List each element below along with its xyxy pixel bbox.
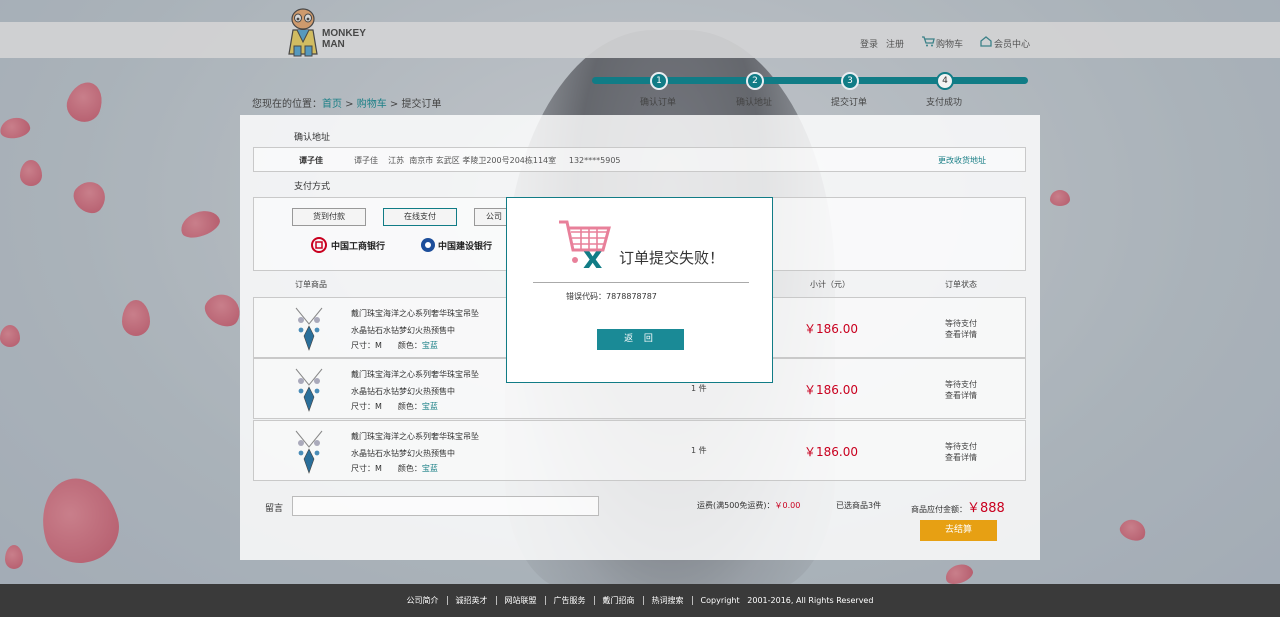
color-label: 颜色： bbox=[397, 341, 422, 350]
step-1-dot: 1 bbox=[650, 72, 668, 90]
footer-link-alliance[interactable]: 网站联盟 bbox=[505, 595, 537, 606]
shipping-label: 运费(满500免运费)： bbox=[697, 501, 775, 510]
footer-links: 公司简介 诚招英才 网站联盟 广告服务 戴门招商 热词搜索 Copyright 2001-2… bbox=[0, 595, 1280, 606]
memo-input[interactable] bbox=[292, 496, 599, 516]
step-3-dot: 3 bbox=[841, 72, 859, 90]
footer-copyright: Copyright 2001-2016, All Rights Reserved bbox=[700, 596, 874, 605]
product-attrs: 尺寸：M 颜色：宝蓝 bbox=[351, 463, 438, 474]
payment-section-title: 支付方式 bbox=[294, 182, 331, 192]
col-header-product: 订单商品 bbox=[295, 280, 327, 289]
ccb-bank-name: 中国建设银行 bbox=[438, 242, 493, 252]
col-header-subtotal: 小计（元） bbox=[810, 280, 850, 289]
pendant-product-image bbox=[295, 430, 323, 474]
icbc-bank-name: 中国工商银行 bbox=[331, 242, 386, 252]
total-amount: 商品应付金额：￥888 bbox=[911, 497, 1005, 516]
view-detail-link[interactable]: 查看详情 bbox=[945, 329, 977, 340]
color-value: 宝蓝 bbox=[421, 341, 438, 350]
order-status: 等待支付 bbox=[945, 319, 977, 328]
error-code: 错误代码：7878878787 bbox=[566, 292, 657, 301]
svg-text:x: x bbox=[583, 241, 602, 270]
footer-link-jobs[interactable]: 诚招英才 bbox=[456, 595, 488, 606]
size-label: 尺寸： bbox=[351, 402, 375, 411]
step-2-dot: 2 bbox=[746, 72, 764, 90]
step-2-label: 确认地址 bbox=[736, 98, 773, 108]
order-status: 等待支付 bbox=[945, 442, 977, 451]
col-header-status: 订单状态 bbox=[945, 280, 977, 289]
row-subtotal: ￥186.00 bbox=[804, 445, 858, 459]
size-label: 尺寸： bbox=[351, 464, 375, 473]
step-4-dot: 4 bbox=[936, 72, 954, 90]
view-detail-link[interactable]: 查看详情 bbox=[945, 452, 977, 463]
size-value: M bbox=[375, 402, 382, 411]
back-button[interactable]: 返 回 bbox=[597, 329, 684, 350]
row-subtotal: ￥186.00 bbox=[804, 383, 858, 397]
breadcrumb-sep: > bbox=[386, 99, 402, 110]
ccb-logo-icon bbox=[421, 238, 435, 252]
product-attrs: 尺寸：M 颜色：宝蓝 bbox=[351, 340, 438, 351]
change-address-link[interactable]: 更改收货地址 bbox=[938, 155, 986, 166]
address-box[interactable]: 谭子佳 谭子佳 江苏 南京市 玄武区 孝陵卫200号204栋114室 132**… bbox=[253, 147, 1026, 172]
footer-link-franchise[interactable]: 戴门招商 bbox=[603, 595, 635, 606]
shipping-fee: 运费(满500免运费)：￥0.00 bbox=[697, 500, 800, 511]
color-label: 颜色： bbox=[397, 402, 422, 411]
footer: 公司简介 诚招英才 网站联盟 广告服务 戴门招商 热词搜索 Copyright 2001-2… bbox=[0, 584, 1280, 617]
breadcrumb-cart[interactable]: 购物车 bbox=[357, 99, 387, 110]
cart-error-icon: x bbox=[559, 220, 611, 270]
product-attrs: 尺寸：M 颜色：宝蓝 bbox=[351, 401, 438, 412]
cod-button[interactable]: 货到付款 bbox=[292, 208, 366, 226]
product-name-line2: 水晶钻石水钻梦幻火热预售中 bbox=[351, 449, 455, 458]
pendant-product-image bbox=[295, 307, 323, 351]
icbc-bank-option[interactable]: 中国工商银行 bbox=[311, 237, 385, 256]
address-section-title: 确认地址 bbox=[294, 133, 331, 143]
breadcrumb-prefix: 您现在的位置： bbox=[252, 99, 322, 110]
breadcrumb-sep: > bbox=[342, 99, 357, 110]
memo-label: 留言 bbox=[265, 504, 284, 514]
selected-count: 已选商品3件 bbox=[836, 501, 882, 510]
order-status: 等待支付 bbox=[945, 380, 977, 389]
breadcrumb-current: 提交订单 bbox=[401, 99, 442, 110]
color-label: 颜色： bbox=[397, 464, 422, 473]
total-value: ￥888 bbox=[967, 501, 1005, 516]
table-row: 戴门珠宝海洋之心系列奢华珠宝吊坠 水晶钻石水钻梦幻火热预售中 尺寸：M 颜色：宝蓝… bbox=[253, 420, 1026, 481]
view-detail-link[interactable]: 查看详情 bbox=[945, 390, 977, 401]
footer-link-about[interactable]: 公司简介 bbox=[407, 595, 439, 606]
step-3-label: 提交订单 bbox=[831, 98, 868, 108]
pendant-product-image bbox=[295, 368, 323, 412]
color-value: 宝蓝 bbox=[421, 464, 438, 473]
step-1-label: 确认订单 bbox=[640, 98, 677, 108]
dialog-divider bbox=[533, 282, 749, 283]
order-failed-dialog: x 订单提交失败！ 错误代码：7878878787 返 回 bbox=[506, 197, 773, 383]
online-pay-button[interactable]: 在线支付 bbox=[383, 208, 457, 226]
product-name-line2: 水晶钻石水钻梦幻火热预售中 bbox=[351, 387, 455, 396]
shipping-value: ￥0.00 bbox=[774, 501, 801, 510]
quantity: 1 件 bbox=[691, 446, 707, 455]
color-value: 宝蓝 bbox=[421, 402, 438, 411]
size-value: M bbox=[375, 341, 382, 350]
quantity: 1 件 bbox=[691, 384, 707, 393]
ccb-bank-option[interactable]: 中国建设银行 bbox=[420, 237, 492, 256]
breadcrumb-home[interactable]: 首页 bbox=[322, 99, 342, 110]
checkout-button[interactable]: 去结算 bbox=[920, 520, 997, 541]
product-name-line1[interactable]: 戴门珠宝海洋之心系列奢华珠宝吊坠 bbox=[351, 369, 479, 380]
product-name-line2: 水晶钻石水钻梦幻火热预售中 bbox=[351, 326, 455, 335]
dialog-title: 订单提交失败！ bbox=[619, 249, 725, 267]
icbc-logo-icon bbox=[311, 237, 327, 253]
row-subtotal: ￥186.00 bbox=[804, 322, 858, 336]
size-value: M bbox=[375, 464, 382, 473]
total-label: 商品应付金额： bbox=[911, 505, 967, 514]
address-name: 谭子佳 bbox=[299, 156, 323, 165]
footer-link-ads[interactable]: 广告服务 bbox=[554, 595, 586, 606]
address-detail: 谭子佳 江苏 南京市 玄武区 孝陵卫200号204栋114室 132****59… bbox=[354, 156, 621, 165]
footer-link-hotwords[interactable]: 热词搜索 bbox=[652, 595, 684, 606]
step-4-label: 支付成功 bbox=[926, 98, 963, 108]
product-name-line1[interactable]: 戴门珠宝海洋之心系列奢华珠宝吊坠 bbox=[351, 308, 479, 319]
product-name-line1[interactable]: 戴门珠宝海洋之心系列奢华珠宝吊坠 bbox=[351, 431, 479, 442]
breadcrumb: 您现在的位置：首页 > 购物车 > 提交订单 bbox=[252, 95, 442, 110]
size-label: 尺寸： bbox=[351, 341, 375, 350]
